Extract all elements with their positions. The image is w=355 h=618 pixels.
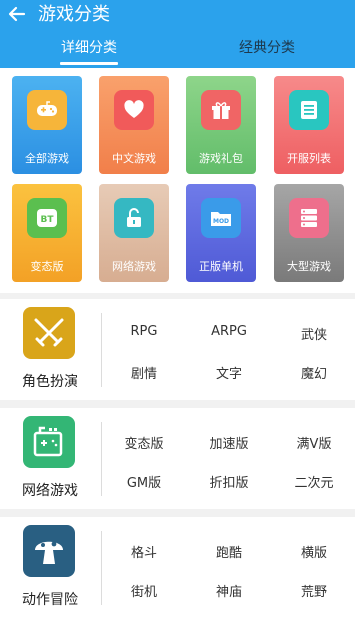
tile-all-games[interactable]: 全部游戏 [12,76,82,174]
tile-label: 大型游戏 [287,260,331,273]
tile-label: 游戏礼包 [199,152,243,165]
tag-item[interactable]: 折扣版 [187,472,271,491]
crossed-swords-icon[interactable] [23,307,75,359]
tag-item[interactable]: 横版 [272,542,355,561]
gamepad-icon [27,90,67,130]
category-name[interactable]: 角色扮演 [0,371,100,391]
tag-item[interactable]: 加速版 [187,433,271,452]
mushroom-icon[interactable] [23,525,75,577]
tag-item[interactable]: GM版 [102,472,186,491]
tile-label: 变态版 [30,260,64,273]
app-header: 游戏分类 详细分类 经典分类 [0,0,355,68]
active-tab-indicator [60,62,118,65]
tag-item[interactable]: 变态版 [102,433,186,452]
tag-item[interactable]: RPG [102,324,186,339]
bt-icon: BT [27,198,67,238]
category-name[interactable]: 动作冒险 [0,589,100,609]
unlock-icon [114,198,154,238]
back-arrow-icon[interactable] [6,3,28,25]
tag-item[interactable]: 魔幻 [272,363,355,382]
gift-icon [201,90,241,130]
category-roleplay: 角色扮演 RPG ARPG 武侠 剧情 文字 魔幻 [0,299,355,400]
tag-item[interactable]: 跑酷 [187,542,271,561]
category-tile-grid: 全部游戏 中文游戏 游戏礼包 开服列表 BT 变态版 网络游戏 MOD 正版单机… [0,68,355,293]
tag-item[interactable]: 荒野 [272,581,355,600]
tile-bt-version[interactable]: BT 变态版 [12,184,82,282]
tag-item[interactable]: 剧情 [102,363,186,382]
server-icon [289,198,329,238]
category-online: 网络游戏 变态版 加速版 满V版 GM版 折扣版 二次元 [0,408,355,509]
tab-classic[interactable]: 经典分类 [178,38,355,68]
tile-official-single[interactable]: MOD 正版单机 [186,184,256,282]
tag-item[interactable]: 二次元 [272,472,355,491]
tile-server-list[interactable]: 开服列表 [274,76,344,174]
tag-item[interactable]: ARPG [187,324,271,339]
page-title: 游戏分类 [38,4,110,25]
list-icon [289,90,329,130]
tag-item[interactable]: 街机 [102,581,186,600]
tag-item[interactable]: 格斗 [102,542,186,561]
tag-item[interactable]: 满V版 [272,433,355,452]
svg-text:MOD: MOD [213,218,229,225]
tile-large-games[interactable]: 大型游戏 [274,184,344,282]
tile-online-games[interactable]: 网络游戏 [99,184,169,282]
tile-label: 开服列表 [287,152,331,165]
category-action: 动作冒险 格斗 跑酷 横版 街机 神庙 荒野 [0,517,355,618]
category-name[interactable]: 网络游戏 [0,480,100,500]
heart-icon [114,90,154,130]
tile-label: 中文游戏 [112,152,156,165]
tile-chinese-games[interactable]: 中文游戏 [99,76,169,174]
network-game-icon[interactable] [23,416,75,468]
tile-label: 正版单机 [199,260,243,273]
tag-item[interactable]: 神庙 [187,581,271,600]
mod-folder-icon: MOD [201,198,241,238]
tile-game-gifts[interactable]: 游戏礼包 [186,76,256,174]
tile-label: 网络游戏 [112,260,156,273]
tile-label: 全部游戏 [25,152,69,165]
tag-item[interactable]: 文字 [187,363,271,382]
svg-text:BT: BT [41,215,55,225]
tag-item[interactable]: 武侠 [272,324,355,343]
